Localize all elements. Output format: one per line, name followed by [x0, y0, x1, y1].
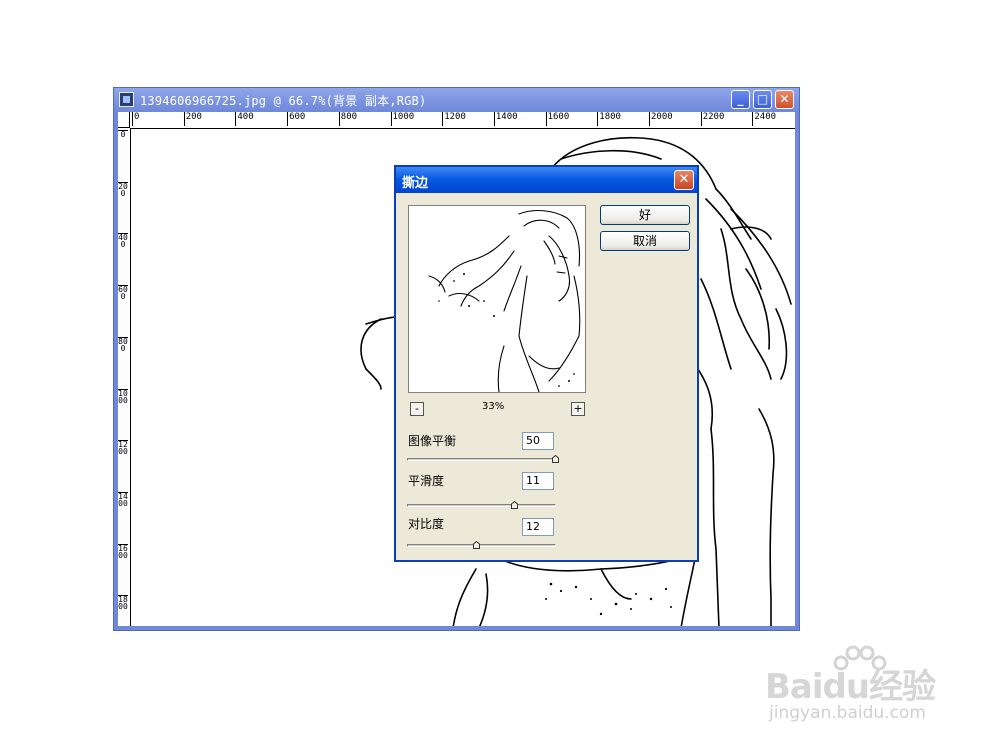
dialog-close-button[interactable]: ✕ — [674, 170, 694, 190]
ruler-h-label: 2400 — [752, 112, 776, 126]
close-icon: ✕ — [678, 172, 690, 187]
minimize-button[interactable]: _ — [731, 90, 750, 109]
filter-preview[interactable] — [408, 205, 586, 393]
torn-edges-dialog: 撕边 ✕ 好 取消 - 33% + 图像平衡 50 平滑度 11 对比度 12 — [394, 165, 699, 562]
contrast-label: 对比度 — [408, 517, 445, 531]
smoothness-slider-thumb[interactable] — [510, 501, 518, 509]
ruler-h-label: 1600 — [545, 112, 569, 126]
ruler-h-label: 600 — [287, 112, 305, 126]
zoom-level: 33% — [482, 401, 505, 412]
ruler-v-label: 800 — [118, 336, 128, 353]
close-button[interactable]: ✕ — [775, 90, 794, 109]
contrast-slider[interactable] — [407, 541, 556, 549]
contrast-input[interactable]: 12 — [522, 518, 554, 536]
preview-sketch-image — [428, 209, 581, 392]
dialog-titlebar[interactable]: 撕边 ✕ — [396, 167, 697, 193]
image-balance-slider-thumb[interactable] — [552, 455, 559, 463]
image-balance-input[interactable]: 50 — [522, 432, 554, 450]
baidu-jingyan-watermark: Baidu经验 jingyan.baidu.com — [765, 645, 965, 735]
ruler-v-label: 1600 — [118, 543, 128, 560]
ruler-h-label: 1400 — [493, 112, 518, 126]
ok-button[interactable]: 好 — [600, 205, 690, 225]
ruler-h-label: 0 — [132, 112, 139, 126]
zoom-in-button[interactable]: + — [571, 402, 585, 416]
image-balance-slider[interactable] — [407, 455, 559, 463]
ruler-v-label: 200 — [118, 181, 128, 198]
contrast-slider-thumb[interactable] — [472, 541, 480, 549]
ruler-h-label: 2200 — [700, 112, 724, 126]
ruler-h-label: 800 — [338, 112, 357, 126]
vertical-ruler[interactable]: 0 200 400 600 800 1000 1200 1400 1600 1800 — [118, 128, 131, 626]
plus-icon: + — [573, 402, 583, 415]
minus-icon: - — [415, 402, 419, 415]
ruler-h-label: 1800 — [597, 112, 621, 126]
ruler-v-label: 1800 — [118, 595, 128, 612]
dialog-title: 撕边 — [402, 176, 429, 191]
close-icon: ✕ — [779, 92, 790, 106]
watermark-brand: Baidu经验 — [765, 667, 936, 707]
document-title: 1394606966725.jpg @ 66.7%(背景 副本,RGB) — [140, 94, 427, 108]
smoothness-input[interactable]: 11 — [522, 472, 554, 490]
watermark-url: jingyan.baidu.com — [769, 703, 926, 723]
photoshop-document-icon — [119, 92, 134, 107]
ruler-h-label: 200 — [183, 112, 202, 126]
image-balance-label: 图像平衡 — [408, 434, 457, 448]
document-titlebar[interactable]: 1394606966725.jpg @ 66.7%(背景 副本,RGB) _ □… — [114, 88, 799, 112]
maximize-button[interactable]: □ — [753, 90, 772, 109]
minimize-icon: _ — [737, 92, 744, 106]
ruler-v-label: 600 — [118, 285, 128, 302]
ruler-v-label: 400 — [118, 233, 128, 250]
ruler-origin[interactable] — [118, 112, 130, 128]
ruler-v-label: 1000 — [118, 388, 128, 405]
horizontal-ruler[interactable]: 0 200 400 600 800 1000 1200 1400 1600 1800 2000 220… — [130, 112, 795, 129]
ruler-v-label: 0 — [118, 130, 128, 139]
ruler-h-label: 2000 — [649, 112, 673, 126]
ruler-v-label: 1200 — [118, 440, 128, 457]
ruler-h-label: 400 — [235, 112, 254, 126]
ruler-h-label: 1200 — [442, 112, 466, 126]
maximize-icon: □ — [756, 92, 769, 106]
ruler-h-label: 1000 — [390, 112, 414, 126]
zoom-out-button[interactable]: - — [410, 402, 424, 416]
smoothness-slider[interactable] — [407, 501, 556, 509]
ruler-v-label: 1400 — [118, 491, 128, 508]
smoothness-label: 平滑度 — [408, 474, 445, 488]
cancel-button[interactable]: 取消 — [600, 231, 690, 251]
